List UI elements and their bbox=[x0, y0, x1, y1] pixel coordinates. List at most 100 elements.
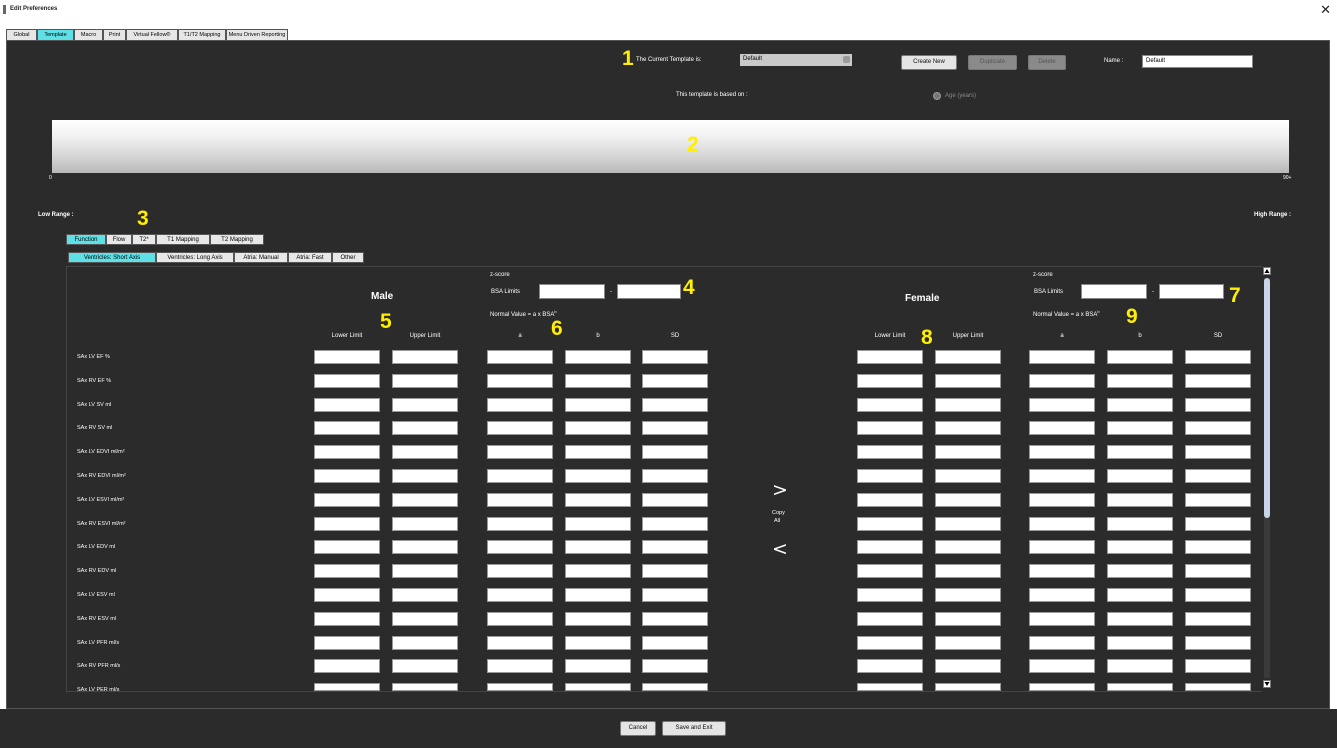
male-bsa-upper-input[interactable] bbox=[617, 284, 681, 299]
female-upper-limit-input[interactable] bbox=[935, 564, 1001, 578]
male-a-input[interactable] bbox=[487, 564, 553, 578]
female-a-input[interactable] bbox=[1029, 493, 1095, 507]
male-b-input[interactable] bbox=[565, 374, 631, 388]
female-sd-input[interactable] bbox=[1185, 659, 1251, 673]
male-upper-limit-input[interactable] bbox=[392, 374, 458, 388]
female-sd-input[interactable] bbox=[1185, 469, 1251, 483]
male-upper-limit-input[interactable] bbox=[392, 445, 458, 459]
male-b-input[interactable] bbox=[565, 540, 631, 554]
female-b-input[interactable] bbox=[1107, 517, 1173, 531]
male-b-input[interactable] bbox=[565, 517, 631, 531]
female-b-input[interactable] bbox=[1107, 612, 1173, 626]
female-lower-limit-input[interactable] bbox=[857, 564, 923, 578]
female-sd-input[interactable] bbox=[1185, 540, 1251, 554]
female-a-input[interactable] bbox=[1029, 683, 1095, 691]
female-b-input[interactable] bbox=[1107, 564, 1173, 578]
female-a-input[interactable] bbox=[1029, 421, 1095, 435]
tab-virtual-fellow[interactable]: Virtual Fellow® bbox=[126, 29, 178, 40]
female-sd-input[interactable] bbox=[1185, 421, 1251, 435]
age-range-slider[interactable] bbox=[52, 120, 1289, 173]
male-sd-input[interactable] bbox=[642, 517, 708, 531]
female-lower-limit-input[interactable] bbox=[857, 398, 923, 412]
female-sd-input[interactable] bbox=[1185, 612, 1251, 626]
male-lower-limit-input[interactable] bbox=[314, 588, 380, 602]
male-upper-limit-input[interactable] bbox=[392, 493, 458, 507]
tab-ventricles-long-axis[interactable]: Ventricles: Long Axis bbox=[156, 252, 234, 263]
female-lower-limit-input[interactable] bbox=[857, 612, 923, 626]
copy-right-arrow[interactable]: > bbox=[772, 479, 788, 501]
male-a-input[interactable] bbox=[487, 517, 553, 531]
male-upper-limit-input[interactable] bbox=[392, 588, 458, 602]
male-lower-limit-input[interactable] bbox=[314, 636, 380, 650]
female-a-input[interactable] bbox=[1029, 612, 1095, 626]
male-b-input[interactable] bbox=[565, 350, 631, 364]
female-lower-limit-input[interactable] bbox=[857, 540, 923, 554]
tab-t1-t2-mapping[interactable]: T1/T2 Mapping bbox=[178, 29, 226, 40]
male-upper-limit-input[interactable] bbox=[392, 540, 458, 554]
tab-template[interactable]: Template bbox=[37, 29, 74, 40]
male-lower-limit-input[interactable] bbox=[314, 350, 380, 364]
tab-menu-driven-reporting[interactable]: Menu Driven Reporting bbox=[226, 29, 288, 40]
male-a-input[interactable] bbox=[487, 350, 553, 364]
male-a-input[interactable] bbox=[487, 374, 553, 388]
male-a-input[interactable] bbox=[487, 469, 553, 483]
female-b-input[interactable] bbox=[1107, 588, 1173, 602]
female-upper-limit-input[interactable] bbox=[935, 540, 1001, 554]
tab-ventricles-short-axis[interactable]: Ventricles: Short Axis bbox=[68, 252, 156, 263]
tab-global[interactable]: Global bbox=[6, 29, 37, 40]
female-upper-limit-input[interactable] bbox=[935, 469, 1001, 483]
female-upper-limit-input[interactable] bbox=[935, 398, 1001, 412]
female-a-input[interactable] bbox=[1029, 374, 1095, 388]
female-b-input[interactable] bbox=[1107, 421, 1173, 435]
scroll-thumb[interactable] bbox=[1264, 278, 1270, 518]
female-b-input[interactable] bbox=[1107, 683, 1173, 691]
male-sd-input[interactable] bbox=[642, 636, 708, 650]
male-a-input[interactable] bbox=[487, 421, 553, 435]
male-a-input[interactable] bbox=[487, 493, 553, 507]
female-upper-limit-input[interactable] bbox=[935, 659, 1001, 673]
female-upper-limit-input[interactable] bbox=[935, 421, 1001, 435]
male-a-input[interactable] bbox=[487, 636, 553, 650]
male-b-input[interactable] bbox=[565, 445, 631, 459]
female-sd-input[interactable] bbox=[1185, 493, 1251, 507]
female-upper-limit-input[interactable] bbox=[935, 445, 1001, 459]
female-sd-input[interactable] bbox=[1185, 636, 1251, 650]
male-sd-input[interactable] bbox=[642, 493, 708, 507]
female-a-input[interactable] bbox=[1029, 588, 1095, 602]
female-upper-limit-input[interactable] bbox=[935, 517, 1001, 531]
male-a-input[interactable] bbox=[487, 588, 553, 602]
male-upper-limit-input[interactable] bbox=[392, 398, 458, 412]
female-b-input[interactable] bbox=[1107, 636, 1173, 650]
female-lower-limit-input[interactable] bbox=[857, 636, 923, 650]
male-lower-limit-input[interactable] bbox=[314, 374, 380, 388]
female-b-input[interactable] bbox=[1107, 493, 1173, 507]
female-lower-limit-input[interactable] bbox=[857, 493, 923, 507]
female-b-input[interactable] bbox=[1107, 350, 1173, 364]
close-icon[interactable]: ✕ bbox=[1320, 2, 1331, 18]
female-a-input[interactable] bbox=[1029, 398, 1095, 412]
female-sd-input[interactable] bbox=[1185, 374, 1251, 388]
male-lower-limit-input[interactable] bbox=[314, 540, 380, 554]
female-bsa-upper-input[interactable] bbox=[1159, 284, 1224, 299]
male-lower-limit-input[interactable] bbox=[314, 469, 380, 483]
female-sd-input[interactable] bbox=[1185, 398, 1251, 412]
male-lower-limit-input[interactable] bbox=[314, 421, 380, 435]
male-a-input[interactable] bbox=[487, 540, 553, 554]
male-a-input[interactable] bbox=[487, 612, 553, 626]
template-name-input[interactable]: Default bbox=[1142, 55, 1253, 68]
female-upper-limit-input[interactable] bbox=[935, 493, 1001, 507]
male-lower-limit-input[interactable] bbox=[314, 683, 380, 691]
cancel-button[interactable]: Cancel bbox=[620, 721, 656, 736]
male-sd-input[interactable] bbox=[642, 588, 708, 602]
template-select[interactable]: Default bbox=[740, 54, 852, 66]
female-a-input[interactable] bbox=[1029, 517, 1095, 531]
female-sd-input[interactable] bbox=[1185, 350, 1251, 364]
table-scrollbar[interactable] bbox=[1262, 266, 1272, 692]
female-a-input[interactable] bbox=[1029, 636, 1095, 650]
tab-t2-mapping[interactable]: T2 Mapping bbox=[210, 234, 264, 245]
female-b-input[interactable] bbox=[1107, 659, 1173, 673]
male-upper-limit-input[interactable] bbox=[392, 659, 458, 673]
male-lower-limit-input[interactable] bbox=[314, 612, 380, 626]
female-sd-input[interactable] bbox=[1185, 588, 1251, 602]
tab-t1-mapping[interactable]: T1 Mapping bbox=[156, 234, 210, 245]
